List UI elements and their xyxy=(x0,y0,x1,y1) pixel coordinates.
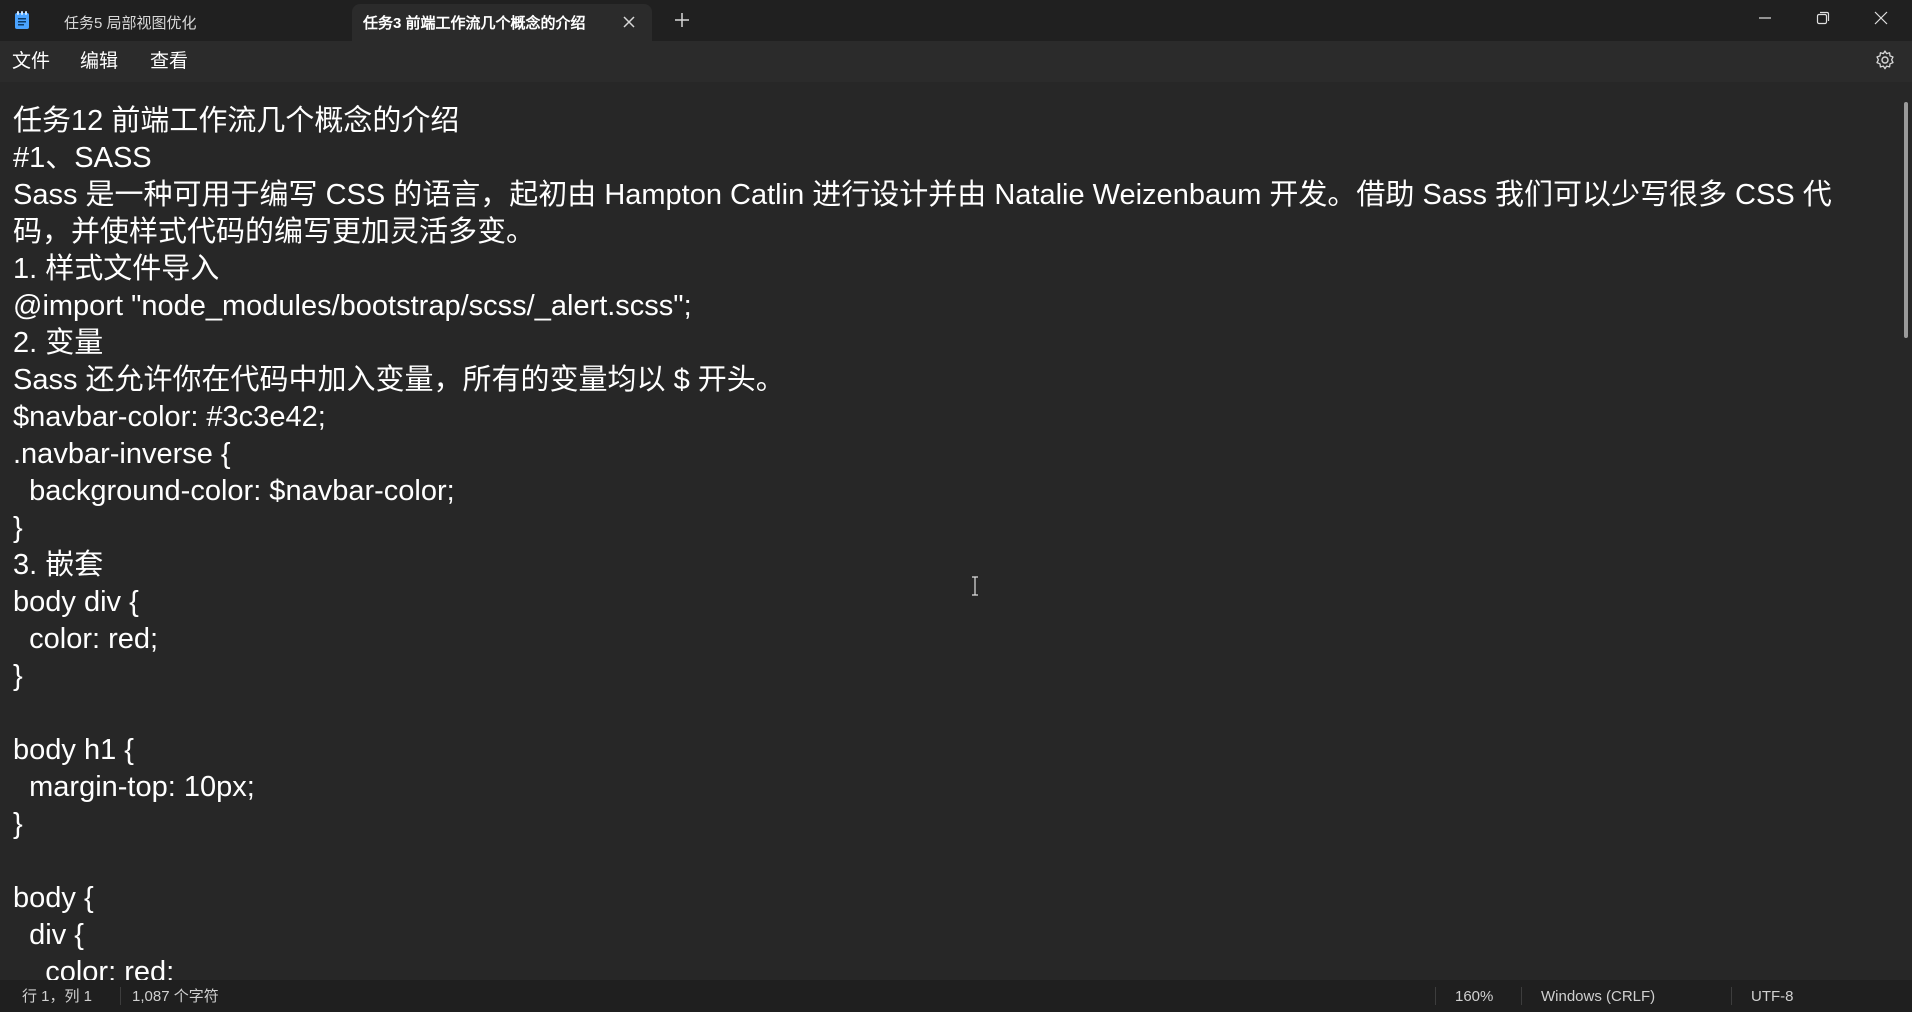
text-line[interactable]: } xyxy=(13,510,1883,547)
text-line[interactable]: Sass 是一种可用于编写 CSS 的语言，起初由 Hampton Catlin… xyxy=(13,177,1883,251)
text-line[interactable]: margin-top: 10px; xyxy=(13,769,1883,806)
text-line[interactable]: .navbar-inverse { xyxy=(13,436,1883,473)
text-line[interactable]: #1、SASS xyxy=(13,140,1883,177)
close-tab-icon[interactable] xyxy=(620,13,638,31)
line-ending[interactable]: Windows (CRLF) xyxy=(1541,988,1655,1006)
text-line[interactable]: body div { xyxy=(13,584,1883,621)
tab-active[interactable]: 任务3 前端工作流几个概念的介绍 xyxy=(352,4,652,41)
tab-label: 任务5 局部视图优化 xyxy=(64,15,197,32)
text-line[interactable]: $navbar-color: #3c3e42; xyxy=(13,399,1883,436)
zoom-level[interactable]: 160% xyxy=(1455,988,1493,1006)
encoding[interactable]: UTF-8 xyxy=(1751,988,1794,1006)
tab-label: 任务3 前端工作流几个概念的介绍 xyxy=(363,15,586,32)
cursor-position: 行 1，列 1 xyxy=(22,988,93,1005)
tab-inactive[interactable]: 任务5 局部视图优化 xyxy=(48,4,348,41)
text-cursor-icon xyxy=(972,576,978,596)
title-bar: 任务5 局部视图优化 任务3 前端工作流几个概念的介绍 xyxy=(0,0,1912,41)
text-line[interactable]: 2. 变量 xyxy=(13,325,1883,362)
text-line[interactable]: 1. 样式文件导入 xyxy=(13,251,1883,288)
minimize-button[interactable] xyxy=(1736,0,1794,36)
minimize-icon xyxy=(1759,17,1771,19)
text-line[interactable]: div { xyxy=(13,917,1883,954)
menu-edit[interactable]: 编辑 xyxy=(80,49,118,75)
text-line[interactable]: } xyxy=(13,658,1883,695)
restore-button[interactable] xyxy=(1794,0,1852,36)
vertical-scrollbar[interactable] xyxy=(1900,82,1912,980)
restore-icon xyxy=(1816,11,1830,25)
text-line[interactable]: background-color: $navbar-color; xyxy=(13,473,1883,510)
notepad-app-icon xyxy=(15,11,29,29)
menu-bar: 文件 编辑 查看 xyxy=(0,41,1912,82)
status-divider xyxy=(120,987,121,1005)
gear-icon[interactable] xyxy=(1874,49,1896,71)
text-line[interactable] xyxy=(13,695,1883,732)
scrollbar-thumb[interactable] xyxy=(1904,102,1908,338)
status-bar: 行 1，列 1 1,087 个字符 160% Windows (CRLF) UT… xyxy=(0,980,1912,1012)
text-editor[interactable]: 任务12 前端工作流几个概念的介绍 #1、SASS Sass 是一种可用于编写 CS… xyxy=(0,82,1900,980)
text-line[interactable]: Sass 还允许你在代码中加入变量，所有的变量均以 $ 开头。 xyxy=(13,362,1883,399)
menu-file[interactable]: 文件 xyxy=(12,49,50,75)
text-line[interactable]: } xyxy=(13,806,1883,843)
text-line[interactable]: color: red; xyxy=(13,621,1883,658)
text-line[interactable]: color: red; xyxy=(13,954,1883,980)
notepad-window: 任务5 局部视图优化 任务3 前端工作流几个概念的介绍 文件 编辑 查看 任务1… xyxy=(0,0,1912,1012)
close-icon xyxy=(1874,11,1888,25)
text-line[interactable]: body { xyxy=(13,880,1883,917)
add-tab-icon[interactable] xyxy=(672,10,692,30)
document-text[interactable]: 任务12 前端工作流几个概念的介绍 #1、SASS Sass 是一种可用于编写 CS… xyxy=(13,103,1883,980)
status-divider xyxy=(1435,987,1436,1005)
character-count: 1,087 个字符 xyxy=(132,988,219,1005)
text-line[interactable]: 3. 嵌套 xyxy=(13,547,1883,584)
text-line[interactable]: 任务12 前端工作流几个概念的介绍 xyxy=(13,103,1883,140)
text-line[interactable]: body h1 { xyxy=(13,732,1883,769)
text-line[interactable] xyxy=(13,843,1883,880)
status-divider xyxy=(1731,987,1732,1005)
close-window-button[interactable] xyxy=(1852,0,1910,36)
status-divider xyxy=(1521,987,1522,1005)
text-line[interactable]: @import "node_modules/bootstrap/scss/_al… xyxy=(13,288,1883,325)
menu-view[interactable]: 查看 xyxy=(150,49,188,75)
